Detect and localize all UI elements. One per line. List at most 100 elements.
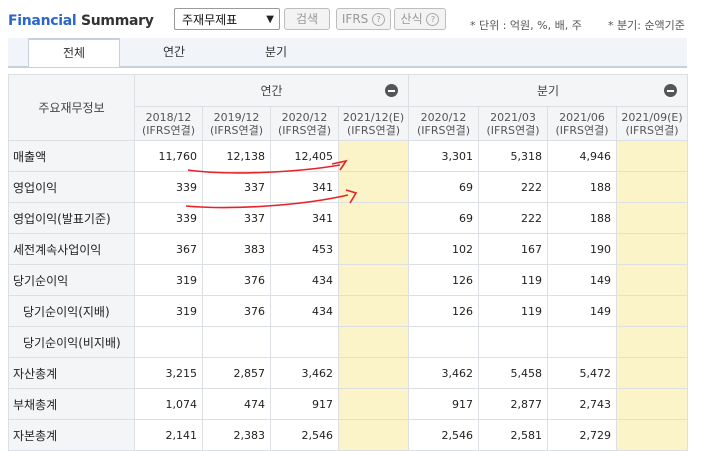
statement-select[interactable]: 주재무제표 ▼	[174, 8, 280, 30]
unit-note: * 단위 : 억원, %, 배, 주	[470, 19, 582, 32]
quarter-group-label: 분기	[536, 84, 560, 98]
annual-group-label: 연간	[260, 84, 283, 98]
table-cell: 474	[202, 388, 271, 420]
quarter-group-header: 분기	[408, 74, 688, 107]
corner-header: 주요재무정보	[8, 74, 135, 141]
table-cell: 11,760	[134, 140, 203, 172]
table-cell: 2,383	[202, 419, 271, 451]
column-header: 2018/12 (IFRS연결)	[134, 106, 203, 141]
column-basis: (IFRS연결)	[277, 123, 332, 137]
column-date: 2021/12(E)	[342, 110, 405, 124]
row-label[interactable]: 매출액	[8, 140, 135, 172]
table-cell: 2,141	[134, 419, 203, 451]
formula-button-label: 산식	[400, 12, 423, 26]
table-row: 부채총계 1,074 474 917 917 2,877 2,743	[8, 388, 688, 420]
tab-quarterly[interactable]: 분기	[230, 38, 322, 66]
table-cell: 5,472	[547, 357, 617, 389]
table-cell: 119	[478, 264, 548, 296]
search-button[interactable]: 검색	[284, 8, 330, 30]
column-basis: (IFRS연결)	[141, 123, 196, 137]
table-cell: 126	[408, 264, 479, 296]
row-label: 세전계속사업이익	[8, 233, 135, 265]
page-title: Financial Summary	[8, 13, 154, 29]
column-header: 2019/12 (IFRS연결)	[202, 106, 271, 141]
table-cell: 339	[134, 171, 203, 203]
table-cell: 319	[134, 295, 203, 327]
column-header: 2020/12 (IFRS연결)	[408, 106, 479, 141]
row-label: 당기순이익(비지배)	[8, 326, 135, 358]
table-cell	[338, 419, 409, 451]
column-header: 2021/03 (IFRS연결)	[478, 106, 548, 141]
table-cell	[338, 357, 409, 389]
table-cell	[616, 295, 688, 327]
table-cell: 341	[270, 171, 339, 203]
table-cell: 367	[134, 233, 203, 265]
table-cell: 167	[478, 233, 548, 265]
table-cell	[616, 388, 688, 420]
table-cell	[616, 264, 688, 296]
title-financial: Financial	[8, 13, 77, 29]
table-cell: 12,405	[270, 140, 339, 172]
period-note: * 분기: 순액기준	[608, 19, 685, 32]
row-label[interactable]: 자산총계	[8, 357, 135, 389]
row-label[interactable]: 자본총계	[8, 419, 135, 451]
column-date: 2018/12	[145, 110, 192, 124]
help-icon: ?	[426, 13, 440, 26]
table-cell: 5,318	[478, 140, 548, 172]
table-row: 세전계속사업이익 367 383 453 102 167 190	[8, 233, 688, 265]
column-header: 2021/06 (IFRS연결)	[547, 106, 617, 141]
table-cell: 119	[478, 295, 548, 327]
table-cell: 3,462	[408, 357, 479, 389]
row-label[interactable]: 당기순이익	[8, 264, 135, 296]
collapse-annual-icon[interactable]	[385, 84, 398, 97]
table-row: 매출액 11,760 12,138 12,405 3,301 5,318 4,946	[8, 140, 688, 172]
table-cell	[547, 326, 617, 358]
column-header: 2021/12(E) (IFRS연결)	[338, 106, 409, 141]
table-cell: 4,946	[547, 140, 617, 172]
statement-select-value: 주재무제표	[182, 13, 238, 27]
chevron-down-icon: ▼	[266, 14, 274, 25]
ifrs-button[interactable]: IFRS ?	[336, 8, 391, 30]
table-cell: 337	[202, 171, 271, 203]
collapse-quarter-icon[interactable]	[664, 84, 677, 97]
table-cell	[616, 233, 688, 265]
table-cell	[338, 171, 409, 203]
table-row: 영업이익 339 337 341 69 222 188	[8, 171, 688, 203]
financial-summary-table: 주요재무정보 연간 분기 2018/12 (IFRS연결) 2019/12 (IFRS…	[8, 74, 688, 451]
table-cell	[616, 171, 688, 203]
table-row: 자본총계 2,141 2,383 2,546 2,546 2,581 2,729	[8, 419, 688, 451]
row-label[interactable]: 영업이익	[8, 171, 135, 203]
table-cell: 149	[547, 264, 617, 296]
table-cell	[616, 357, 688, 389]
table-cell: 376	[202, 295, 271, 327]
table-cell	[616, 419, 688, 451]
table-cell: 337	[202, 202, 271, 234]
table-row: 당기순이익(지배) 319 376 434 126 119 149	[8, 295, 688, 327]
column-basis: (IFRS연결)	[346, 123, 401, 137]
table-cell: 69	[408, 171, 479, 203]
table-cell: 12,138	[202, 140, 271, 172]
toolbar: Financial Summary 주재무제표 ▼ 검색 IFRS ? 산식 ?…	[0, 0, 711, 40]
column-header: 2020/12 (IFRS연결)	[270, 106, 339, 141]
table-cell: 222	[478, 171, 548, 203]
row-label[interactable]: 부채총계	[8, 388, 135, 420]
column-date: 2021/03	[490, 110, 536, 124]
formula-button[interactable]: 산식 ?	[394, 8, 446, 30]
table-cell: 188	[547, 202, 617, 234]
table-cell	[616, 202, 688, 234]
table-cell: 188	[547, 171, 617, 203]
table-cell: 917	[270, 388, 339, 420]
table-cell	[338, 295, 409, 327]
table-cell	[338, 140, 409, 172]
table-cell	[134, 326, 203, 358]
table-cell: 3,215	[134, 357, 203, 389]
table-cell: 5,458	[478, 357, 548, 389]
tab-annual[interactable]: 연간	[128, 38, 220, 66]
table-cell	[338, 264, 409, 296]
table-cell: 222	[478, 202, 548, 234]
tab-all[interactable]: 전체	[28, 38, 120, 67]
table-cell	[478, 326, 548, 358]
table-cell: 3,462	[270, 357, 339, 389]
row-label: 당기순이익(지배)	[8, 295, 135, 327]
table-cell: 434	[270, 264, 339, 296]
